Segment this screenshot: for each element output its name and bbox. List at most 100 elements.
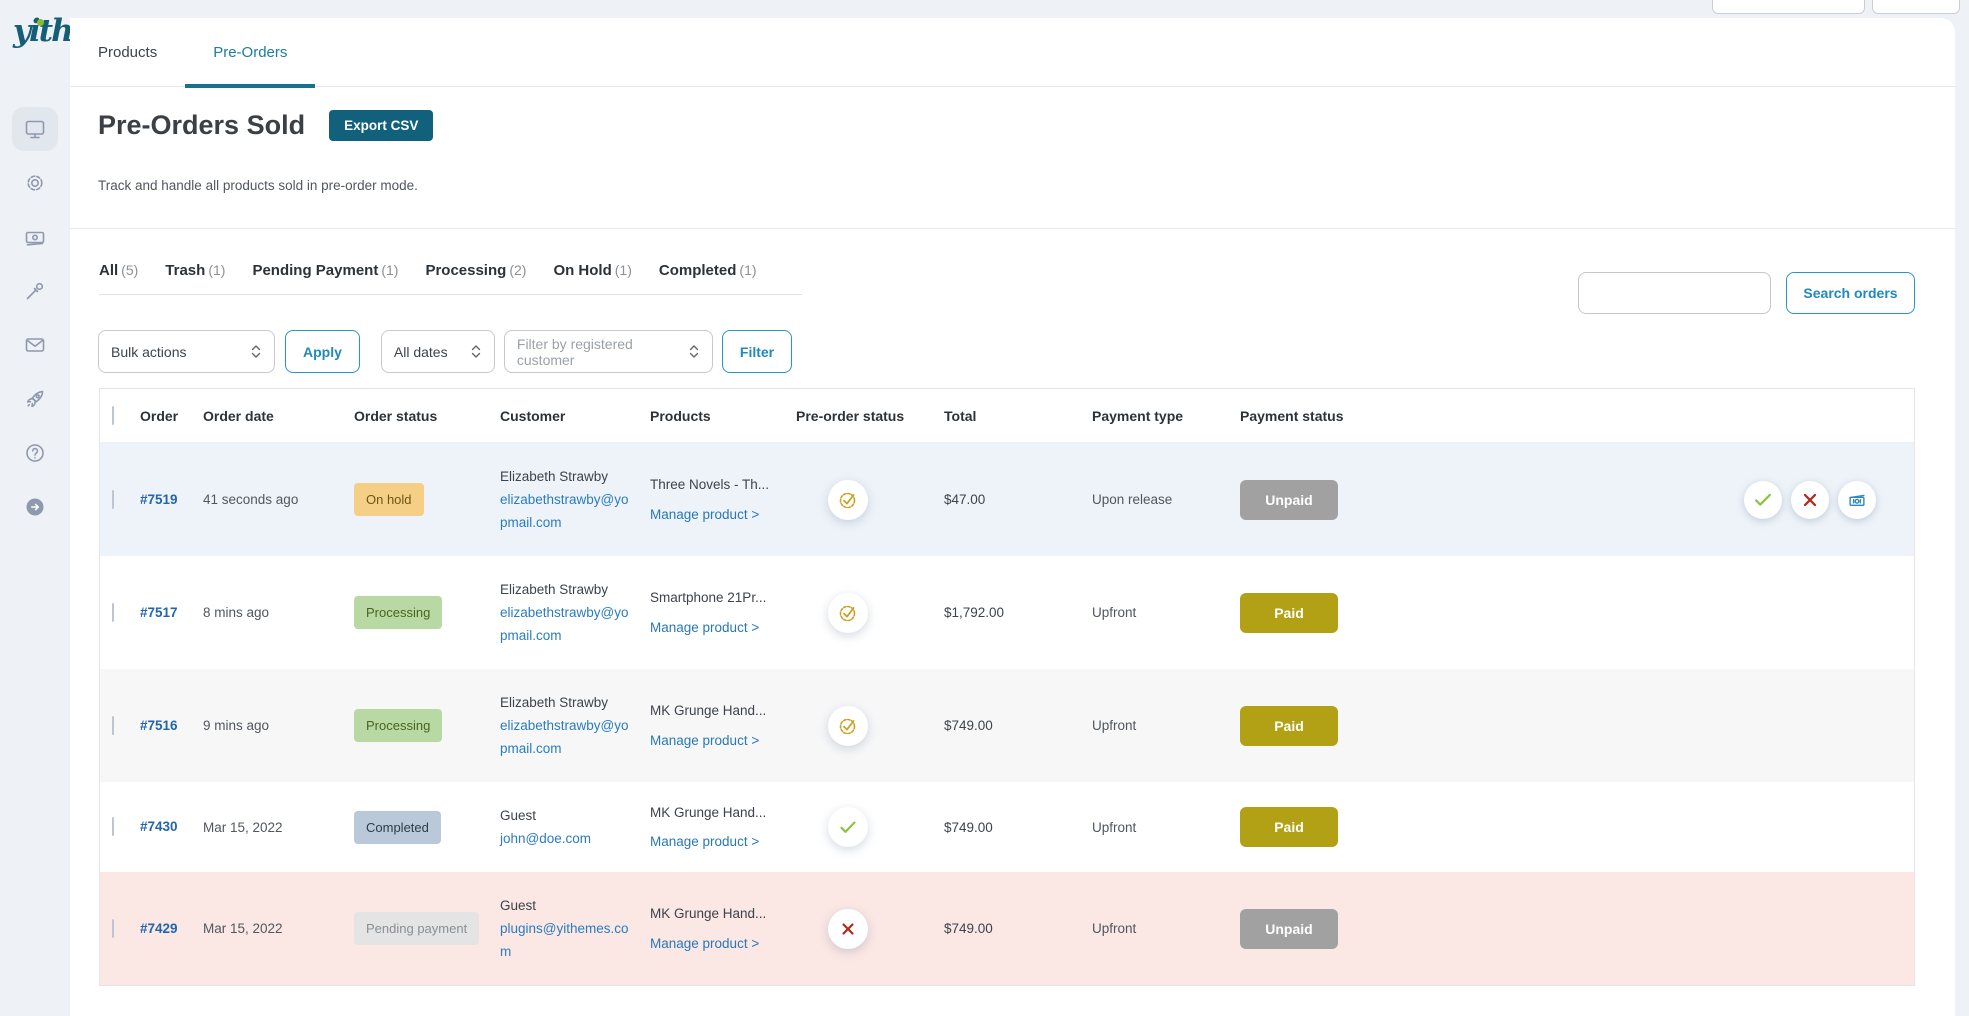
eyedropper-icon [23,279,47,303]
payment-status-badge[interactable]: Paid [1240,807,1338,847]
order-status-badge: On hold [354,483,424,516]
payment-status-badge[interactable]: Paid [1240,706,1338,746]
chevron-updown-icon [678,343,700,360]
status-tab-trash[interactable]: Trash(1) [165,262,225,279]
status-tab-pending-payment[interactable]: Pending Payment(1) [252,262,398,279]
dates-select[interactable]: All dates [381,330,495,373]
row-checkbox[interactable] [112,490,114,509]
sidebar-item-emails[interactable] [12,323,58,367]
check-icon [828,807,868,847]
sidebar-item-settings[interactable] [12,161,58,205]
row-checkbox[interactable] [112,919,114,938]
customer-email-link[interactable]: john@doe.com [500,831,591,846]
status-filter-tabs: All(5) Trash(1) Pending Payment(1) Proce… [99,262,802,295]
row-actions [1744,481,1876,519]
cancel-order-button[interactable] [1791,481,1829,519]
product-name: Three Novels - Th... [650,477,769,492]
sidebar-nav [0,107,70,529]
sidebar-item-premium[interactable] [12,377,58,421]
payment-status-badge[interactable]: Unpaid [1240,909,1338,949]
order-total: $749.00 [932,921,1080,936]
manage-product-link[interactable]: Manage product > [650,621,759,635]
row-checkbox[interactable] [112,603,114,622]
sidebar-item-help[interactable] [12,431,58,475]
manage-product-link[interactable]: Manage product > [650,734,759,748]
manage-product-link[interactable]: Manage product > [650,835,759,849]
status-tab-all[interactable]: All(5) [99,262,138,279]
order-date: Mar 15, 2022 [203,820,354,835]
browser-partial-button-left[interactable] [1712,0,1865,14]
arrow-circle-icon [23,495,47,519]
payment-type: Upfront [1080,718,1228,733]
table-row: #7517 8 mins ago Processing Elizabeth St… [100,556,1914,669]
product-name: MK Grunge Hand... [650,805,766,820]
clock-check-icon [828,593,868,633]
order-date: 9 mins ago [203,718,354,733]
select-all-checkbox[interactable] [112,406,114,425]
table-row: #7516 9 mins ago Processing Elizabeth St… [100,669,1914,782]
col-customer: Customer [500,408,650,424]
bulk-filter-bar: Bulk actions Apply All dates Filter by r… [98,330,792,373]
preorder-status-cell [784,480,932,520]
search-orders-button[interactable]: Search orders [1786,272,1915,314]
manage-product-link[interactable]: Manage product > [650,937,759,951]
sidebar-item-payments[interactable] [12,215,58,259]
order-total: $749.00 [932,820,1080,835]
chevron-updown-icon [460,343,482,360]
sidebar-item-customization[interactable] [12,269,58,313]
check-icon [1752,489,1774,511]
charge-payment-button[interactable] [1838,481,1876,519]
search-input[interactable] [1578,272,1771,314]
status-tab-on-hold[interactable]: On Hold(1) [553,262,631,279]
order-id-link[interactable]: #7430 [140,819,178,834]
clock-check-icon [828,706,868,746]
product-name: MK Grunge Hand... [650,703,766,718]
customer-email-link[interactable]: elizabethstrawby@yopmail.com [500,605,629,643]
col-order: Order [140,408,203,424]
order-status-badge: Processing [354,709,442,742]
order-status-badge: Completed [354,811,441,844]
export-csv-button[interactable]: Export CSV [329,110,433,141]
order-id-link[interactable]: #7517 [140,605,178,620]
customer-name: Guest [500,898,536,913]
chevron-updown-icon [240,343,262,360]
col-order-status: Order status [354,408,500,424]
row-checkbox[interactable] [112,817,114,836]
customer-name: Elizabeth Strawby [500,695,608,710]
preorder-status-cell [784,807,932,847]
payment-type: Upon release [1080,492,1228,507]
order-status-badge: Processing [354,596,442,629]
status-tab-processing[interactable]: Processing(2) [425,262,526,279]
manage-product-link[interactable]: Manage product > [650,508,759,522]
apply-button[interactable]: Apply [285,330,360,373]
browser-partial-button-right[interactable] [1872,0,1960,14]
tab-pre-orders[interactable]: Pre-Orders [185,18,315,86]
order-id-link[interactable]: #7429 [140,921,178,936]
bulk-actions-select[interactable]: Bulk actions [98,330,275,373]
payment-status-badge[interactable]: Paid [1240,593,1338,633]
order-total: $47.00 [932,492,1080,507]
order-id-link[interactable]: #7516 [140,718,178,733]
filter-button[interactable]: Filter [722,330,792,373]
row-checkbox[interactable] [112,716,114,735]
order-id-link[interactable]: #7519 [140,492,178,507]
monitor-icon [23,117,47,141]
customer-email-link[interactable]: elizabethstrawby@yopmail.com [500,718,629,756]
customer-filter-select[interactable]: Filter by registered customer [504,330,713,373]
customer-email-link[interactable]: plugins@yithemes.com [500,921,629,959]
sidebar-item-collapse[interactable] [12,485,58,529]
order-date: Mar 15, 2022 [203,921,354,936]
payment-status-badge[interactable]: Unpaid [1240,480,1338,520]
rocket-icon [23,387,47,411]
confirm-order-button[interactable] [1744,481,1782,519]
help-icon [23,441,47,465]
cross-icon [1799,489,1821,511]
tab-products[interactable]: Products [70,18,185,86]
banknote-icon [23,225,47,249]
sidebar-item-dashboard[interactable] [12,107,58,151]
customer-email-link[interactable]: elizabethstrawby@yopmail.com [500,492,629,530]
order-date: 8 mins ago [203,605,354,620]
sidebar: yith [0,0,70,1016]
table-header-row: Order Order date Order status Customer P… [100,389,1914,443]
status-tab-completed[interactable]: Completed(1) [659,262,757,279]
